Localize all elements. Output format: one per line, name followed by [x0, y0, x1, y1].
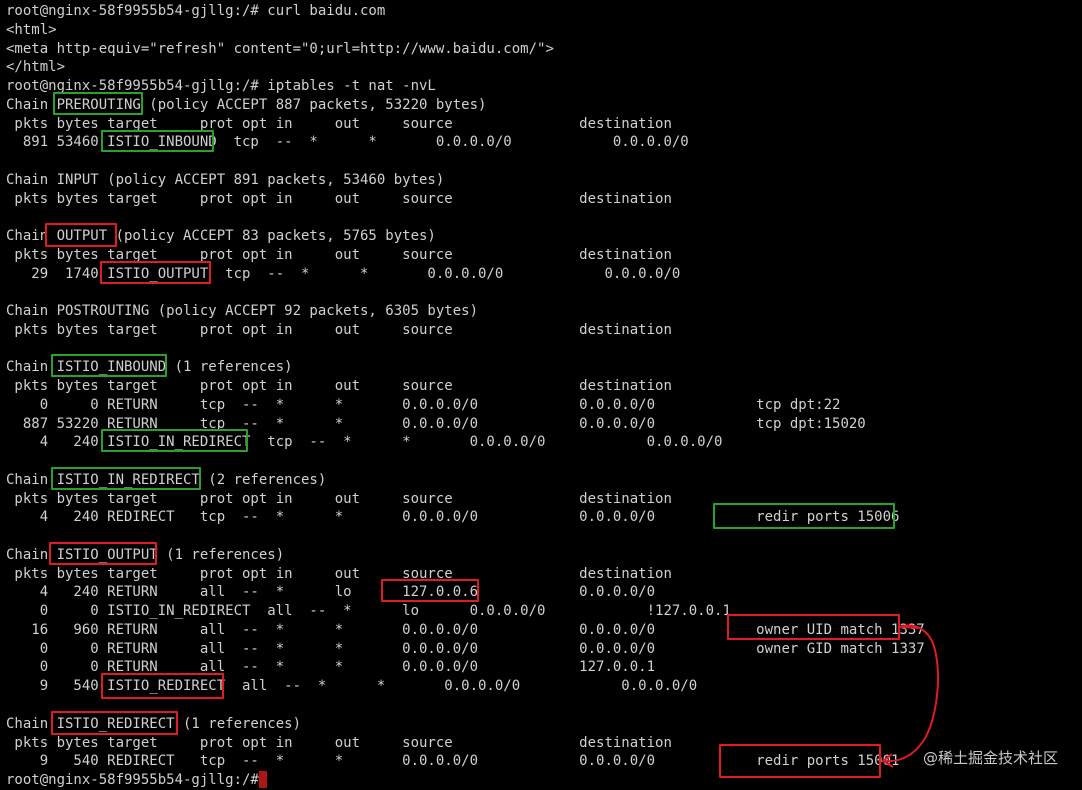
terminal-line: pkts bytes target prot opt in out source…	[6, 191, 672, 207]
terminal-line: root@nginx-58f9955b54-gjllg:/# curl baid…	[6, 3, 386, 19]
terminal-line: Chain ISTIO_INBOUND (1 references)	[6, 359, 293, 375]
terminal-line: 4 240 RETURN all -- * lo 127.0.0.6 0.0.0…	[6, 584, 656, 600]
terminal-line: Chain ISTIO_IN_REDIRECT (2 references)	[6, 472, 327, 488]
terminal-line: 0 0 RETURN all -- * * 0.0.0.0/0 127.0.0.…	[6, 659, 656, 675]
terminal-line: 887 53220 RETURN tcp -- * * 0.0.0.0/0 0.…	[6, 416, 866, 432]
terminal-line: pkts bytes target prot opt in out source…	[6, 322, 672, 338]
terminal-line: <meta http-equiv="refresh" content="0;ur…	[6, 41, 554, 57]
terminal-line: <html>	[6, 22, 57, 38]
terminal-line: 29 1740 ISTIO_OUTPUT tcp -- * * 0.0.0.0/…	[6, 266, 681, 282]
text-cursor	[259, 771, 267, 788]
terminal-line: 0 0 RETURN all -- * * 0.0.0.0/0 0.0.0.0/…	[6, 641, 925, 657]
terminal-window[interactable]: root@nginx-58f9955b54-gjllg:/# curl baid…	[0, 0, 1082, 790]
watermark: @稀土掘金技术社区	[922, 749, 1058, 768]
terminal-line: pkts bytes target prot opt in out source…	[6, 116, 672, 132]
terminal-line: Chain OUTPUT (policy ACCEPT 83 packets, …	[6, 228, 436, 244]
terminal-line: 16 960 RETURN all -- * * 0.0.0.0/0 0.0.0…	[6, 622, 925, 638]
terminal-line: Chain ISTIO_REDIRECT (1 references)	[6, 716, 302, 732]
terminal-line: 4 240 REDIRECT tcp -- * * 0.0.0.0/0 0.0.…	[6, 509, 900, 525]
terminal-line: root@nginx-58f9955b54-gjllg:/# iptables …	[6, 78, 436, 94]
terminal-line: pkts bytes target prot opt in out source…	[6, 378, 672, 394]
terminal-line: 9 540 ISTIO_REDIRECT all -- * * 0.0.0.0/…	[6, 678, 698, 694]
terminal-line: pkts bytes target prot opt in out source…	[6, 566, 672, 582]
terminal-line: 9 540 REDIRECT tcp -- * * 0.0.0.0/0 0.0.…	[6, 753, 900, 769]
terminal-line: Chain POSTROUTING (policy ACCEPT 92 pack…	[6, 303, 479, 319]
terminal-line: pkts bytes target prot opt in out source…	[6, 491, 672, 507]
terminal-line: pkts bytes target prot opt in out source…	[6, 247, 672, 263]
terminal-line: pkts bytes target prot opt in out source…	[6, 735, 672, 751]
terminal-line: Chain INPUT (policy ACCEPT 891 packets, …	[6, 172, 445, 188]
terminal-line: </html>	[6, 59, 66, 75]
terminal-line: 0 0 RETURN tcp -- * * 0.0.0.0/0 0.0.0.0/…	[6, 397, 841, 413]
terminal-line: Chain ISTIO_OUTPUT (1 references)	[6, 547, 285, 563]
terminal-line: Chain PREROUTING (policy ACCEPT 887 pack…	[6, 97, 487, 113]
terminal-prompt-line[interactable]: root@nginx-58f9955b54-gjllg:/#	[6, 771, 267, 790]
terminal-line: 891 53460 ISTIO_INBOUND tcp -- * * 0.0.0…	[6, 134, 689, 150]
terminal-line: 4 240 ISTIO_IN_REDIRECT tcp -- * * 0.0.0…	[6, 434, 723, 450]
terminal-line: 0 0 ISTIO_IN_REDIRECT all -- * lo 0.0.0.…	[6, 603, 731, 619]
